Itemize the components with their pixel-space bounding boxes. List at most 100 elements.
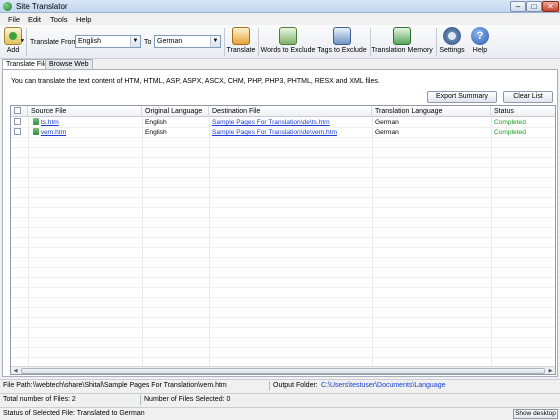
from-language-select[interactable]: English ▼ xyxy=(75,35,141,48)
menu-bar: File Edit Tools Help xyxy=(0,13,560,25)
path-status-bar: File Path: \\webtech\share\Shital\Sample… xyxy=(0,379,560,391)
chevron-down-icon: ▼ xyxy=(130,36,140,47)
grid-line xyxy=(11,127,555,128)
grid-line xyxy=(11,187,555,188)
from-language-value: English xyxy=(78,38,101,45)
selected-file-status: Status of Selected File: Translated to G… xyxy=(3,410,145,417)
file-table: Source File Original Language Destinatio… xyxy=(10,105,556,375)
grid-line xyxy=(11,277,555,278)
grid-line xyxy=(11,237,555,238)
grid-line xyxy=(11,327,555,328)
tab-strip: Translate Files Browse Web xyxy=(0,59,560,70)
col-translation-language[interactable]: Translation Language xyxy=(372,106,491,117)
grid-line xyxy=(11,137,555,138)
grid-line xyxy=(11,297,555,298)
translate-label: Translate xyxy=(226,47,256,54)
grid-line xyxy=(11,147,555,148)
destination-file-link[interactable]: Sample Pages For Translation\de\vem.htm xyxy=(212,129,337,136)
tab-browse-web[interactable]: Browse Web xyxy=(45,59,93,69)
menu-help[interactable]: Help xyxy=(76,15,91,24)
horizontal-scrollbar[interactable]: ◀ ▶ xyxy=(11,366,555,374)
html-file-icon xyxy=(33,118,39,126)
scroll-left-icon[interactable]: ◀ xyxy=(11,367,20,374)
html-file-icon xyxy=(33,128,39,136)
words-exclude-button[interactable]: Words to Exclude xyxy=(260,25,316,54)
output-folder-label: Output Folder: xyxy=(273,382,318,389)
menu-file[interactable]: File xyxy=(8,15,20,24)
help-label: Help xyxy=(472,47,488,54)
grid-line xyxy=(11,157,555,158)
export-summary-button[interactable]: Export Summary xyxy=(427,91,497,103)
translate-files-panel: You can translate the text content of HT… xyxy=(2,69,558,377)
translate-button[interactable]: Translate xyxy=(226,25,256,54)
col-original-language[interactable]: Original Language xyxy=(142,106,209,117)
file-path-label: File Path: xyxy=(3,382,33,389)
grid-line xyxy=(11,357,555,358)
source-file-link[interactable]: ts.htm xyxy=(41,119,59,126)
output-folder-link[interactable]: C:\Users\testuser\Documents\Language xyxy=(321,380,446,391)
app-icon xyxy=(3,2,12,11)
select-all-header xyxy=(11,106,28,117)
row-checkbox[interactable] xyxy=(14,128,21,136)
show-desktop-button[interactable]: Show desktop xyxy=(513,409,558,419)
tags-exclude-label: Tags to Exclude xyxy=(317,47,367,54)
grid-line xyxy=(11,337,555,338)
toolbar: Add ▼ Translate From English ▼ To German… xyxy=(0,25,560,59)
translation-memory-button[interactable]: Translation Memory xyxy=(371,25,433,54)
translation-memory-label: Translation Memory xyxy=(371,47,433,54)
grid-line xyxy=(11,217,555,218)
chevron-down-icon: ▼ xyxy=(210,36,220,47)
file-status-bar: Status of Selected File: Translated to G… xyxy=(0,407,560,420)
menu-edit[interactable]: Edit xyxy=(28,15,41,24)
table-header: Source File Original Language Destinatio… xyxy=(11,106,555,117)
source-file-link[interactable]: vem.htm xyxy=(41,129,66,136)
help-icon: ? xyxy=(471,27,489,45)
maximize-button[interactable]: □ xyxy=(526,1,542,12)
add-label: Add xyxy=(6,47,20,54)
col-source-file[interactable]: Source File xyxy=(28,106,142,117)
grid-line xyxy=(11,347,555,348)
file-path-value: \\webtech\share\Shital\Sample Pages For … xyxy=(33,382,227,389)
select-all-checkbox[interactable] xyxy=(14,107,21,115)
to-language-select[interactable]: German ▼ xyxy=(154,35,221,48)
destination-file-link[interactable]: Sample Pages For Translation\de\ts.htm xyxy=(212,119,330,126)
grid-line xyxy=(11,317,555,318)
close-button[interactable]: ✕ xyxy=(542,1,559,12)
grid-line xyxy=(11,247,555,248)
grid-line xyxy=(11,227,555,228)
menu-tools[interactable]: Tools xyxy=(50,15,68,24)
to-language-value: German xyxy=(157,38,183,45)
help-button[interactable]: ? Help xyxy=(469,25,491,54)
total-files-text: Total number of Files: 2 xyxy=(3,396,76,403)
count-status-bar: Total number of Files: 2 Number of Files… xyxy=(0,393,560,405)
translate-from-label: Translate From xyxy=(30,39,78,46)
selected-files-text: Number of Files Selected: 0 xyxy=(144,396,231,403)
col-status[interactable]: Status xyxy=(491,106,555,117)
grid-line xyxy=(11,267,555,268)
row-checkbox[interactable] xyxy=(14,118,21,126)
grid-line xyxy=(11,307,555,308)
title-bar: Site Translator – □ ✕ xyxy=(0,0,560,13)
scroll-right-icon[interactable]: ▶ xyxy=(546,367,555,374)
clear-list-button[interactable]: Clear List xyxy=(503,91,553,103)
gear-icon xyxy=(443,27,461,45)
grid-line xyxy=(11,207,555,208)
translate-icon xyxy=(232,27,250,45)
add-dropdown-icon[interactable]: ▼ xyxy=(20,38,25,44)
grid-line xyxy=(11,167,555,168)
window-title: Site Translator xyxy=(16,2,68,11)
minimize-button[interactable]: – xyxy=(510,1,526,12)
tags-exclude-button[interactable]: Tags to Exclude xyxy=(316,25,368,54)
panel-description: You can translate the text content of HT… xyxy=(11,78,380,85)
words-exclude-label: Words to Exclude xyxy=(260,47,316,54)
translation-memory-icon xyxy=(393,27,411,45)
settings-button[interactable]: Settings xyxy=(438,25,466,54)
grid-line xyxy=(11,177,555,178)
words-exclude-icon xyxy=(279,27,297,45)
scroll-thumb[interactable] xyxy=(21,368,545,374)
tags-exclude-icon xyxy=(333,27,351,45)
col-destination-file[interactable]: Destination File xyxy=(209,106,372,117)
to-label: To xyxy=(144,39,152,46)
grid-line xyxy=(11,197,555,198)
settings-label: Settings xyxy=(439,47,465,54)
